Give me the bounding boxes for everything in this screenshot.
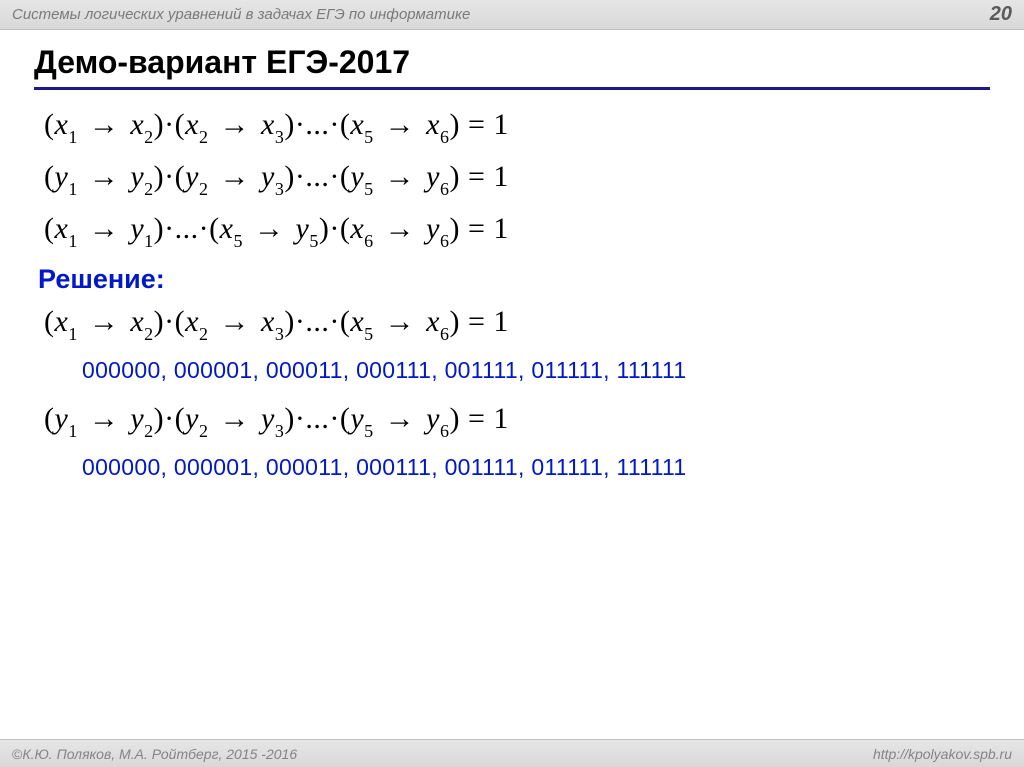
- footer-copyright: ©К.Ю. Поляков, М.А. Ройтберг, 2015 -2016: [12, 746, 297, 762]
- footer-url: http://kpolyakov.spb.ru: [873, 746, 1012, 762]
- header-title: Системы логических уравнений в задачах Е…: [12, 6, 470, 23]
- copyright-icon: ©: [12, 746, 22, 762]
- solution-values-1: 000000, 000001, 000011, 000111, 001111, …: [82, 357, 990, 384]
- equation-2: (y1 → y2)·(y2 → y3)·...·(y5 → y6) = 1: [44, 160, 990, 198]
- implies-icon: →: [89, 108, 120, 142]
- equation-3: (x1 → y1)·...·(x5 → y5)·(x6 → y6) = 1: [44, 212, 990, 250]
- equation-1: (x1 → x2)·(x2 → x3)·...·(x5 → x6) = 1: [44, 108, 990, 146]
- header-bar: Системы логических уравнений в задачах Е…: [0, 0, 1024, 30]
- solution-heading: Решение:: [38, 264, 990, 295]
- solution-equation-2: (y1 → y2)·(y2 → y3)·...·(y5 → y6) = 1: [44, 402, 990, 440]
- slide-title: Демо-вариант ЕГЭ-2017: [34, 44, 990, 90]
- footer-bar: ©К.Ю. Поляков, М.А. Ройтберг, 2015 -2016…: [0, 739, 1024, 767]
- page-number: 20: [990, 3, 1012, 26]
- solution-equation-1: (x1 → x2)·(x2 → x3)·...·(x5 → x6) = 1: [44, 305, 990, 343]
- equation-system: (x1 → x2)·(x2 → x3)·...·(x5 → x6) = 1 (y…: [44, 108, 990, 250]
- solution-values-2: 000000, 000001, 000011, 000111, 001111, …: [82, 454, 990, 481]
- slide-content: Демо-вариант ЕГЭ-2017 (x1 → x2)·(x2 → x3…: [0, 30, 1024, 481]
- solution-block: (x1 → x2)·(x2 → x3)·...·(x5 → x6) = 1 00…: [44, 305, 990, 481]
